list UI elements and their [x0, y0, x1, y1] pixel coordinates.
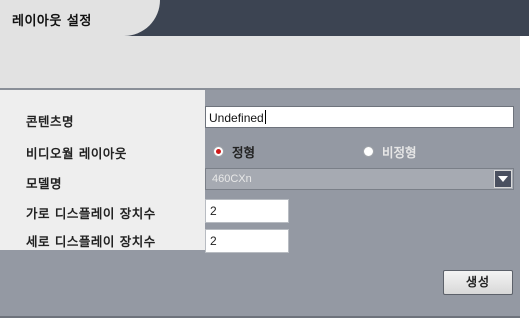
content-name-value: Undefined — [209, 111, 264, 125]
video-wall-layout-label: 비디오월 레이아웃 — [26, 146, 127, 161]
text-caret — [264, 110, 266, 124]
header-area — [0, 36, 520, 88]
layout-radio-regular[interactable]: 정형 — [213, 142, 255, 161]
right-margin — [520, 36, 529, 318]
model-name-select[interactable]: 460CXn — [205, 168, 514, 190]
settings-form: 콘텐츠명 비디오월 레이아웃 모델명 가로 디스플레이 장치수 세로 디스플레이… — [0, 90, 520, 318]
horizontal-count-input[interactable]: 2 — [205, 199, 289, 223]
dialog-title: 레이아웃 설정 — [12, 14, 92, 29]
layout-settings-dialog: 레이아웃 설정 콘텐츠명 비디오월 레이아웃 모델명 가로 디스플레이 장치수 … — [0, 0, 529, 318]
create-button[interactable]: 생성 — [443, 270, 513, 295]
horizontal-count-value: 2 — [210, 204, 217, 218]
vertical-count-input[interactable]: 2 — [205, 229, 289, 253]
content-name-input[interactable]: Undefined — [205, 106, 514, 128]
label-column: 콘텐츠명 비디오월 레이아웃 모델명 가로 디스플레이 장치수 세로 디스플레이… — [0, 90, 205, 250]
content-name-label: 콘텐츠명 — [26, 114, 75, 129]
radio-selected-icon — [213, 146, 224, 157]
layout-radio-irregular[interactable]: 비정형 — [363, 142, 417, 161]
vertical-count-value: 2 — [210, 234, 217, 248]
radio-unselected-icon — [363, 146, 374, 157]
horizontal-count-label: 가로 디스플레이 장치수 — [26, 206, 156, 221]
vertical-count-label: 세로 디스플레이 장치수 — [26, 234, 156, 249]
chevron-down-icon[interactable] — [494, 170, 512, 188]
model-name-value: 460CXn — [212, 173, 252, 185]
model-name-label: 모델명 — [26, 176, 63, 191]
layout-radio-group: 정형 비정형 — [205, 138, 520, 162]
layout-radio-irregular-label: 비정형 — [382, 145, 417, 160]
layout-radio-regular-label: 정형 — [232, 145, 256, 160]
